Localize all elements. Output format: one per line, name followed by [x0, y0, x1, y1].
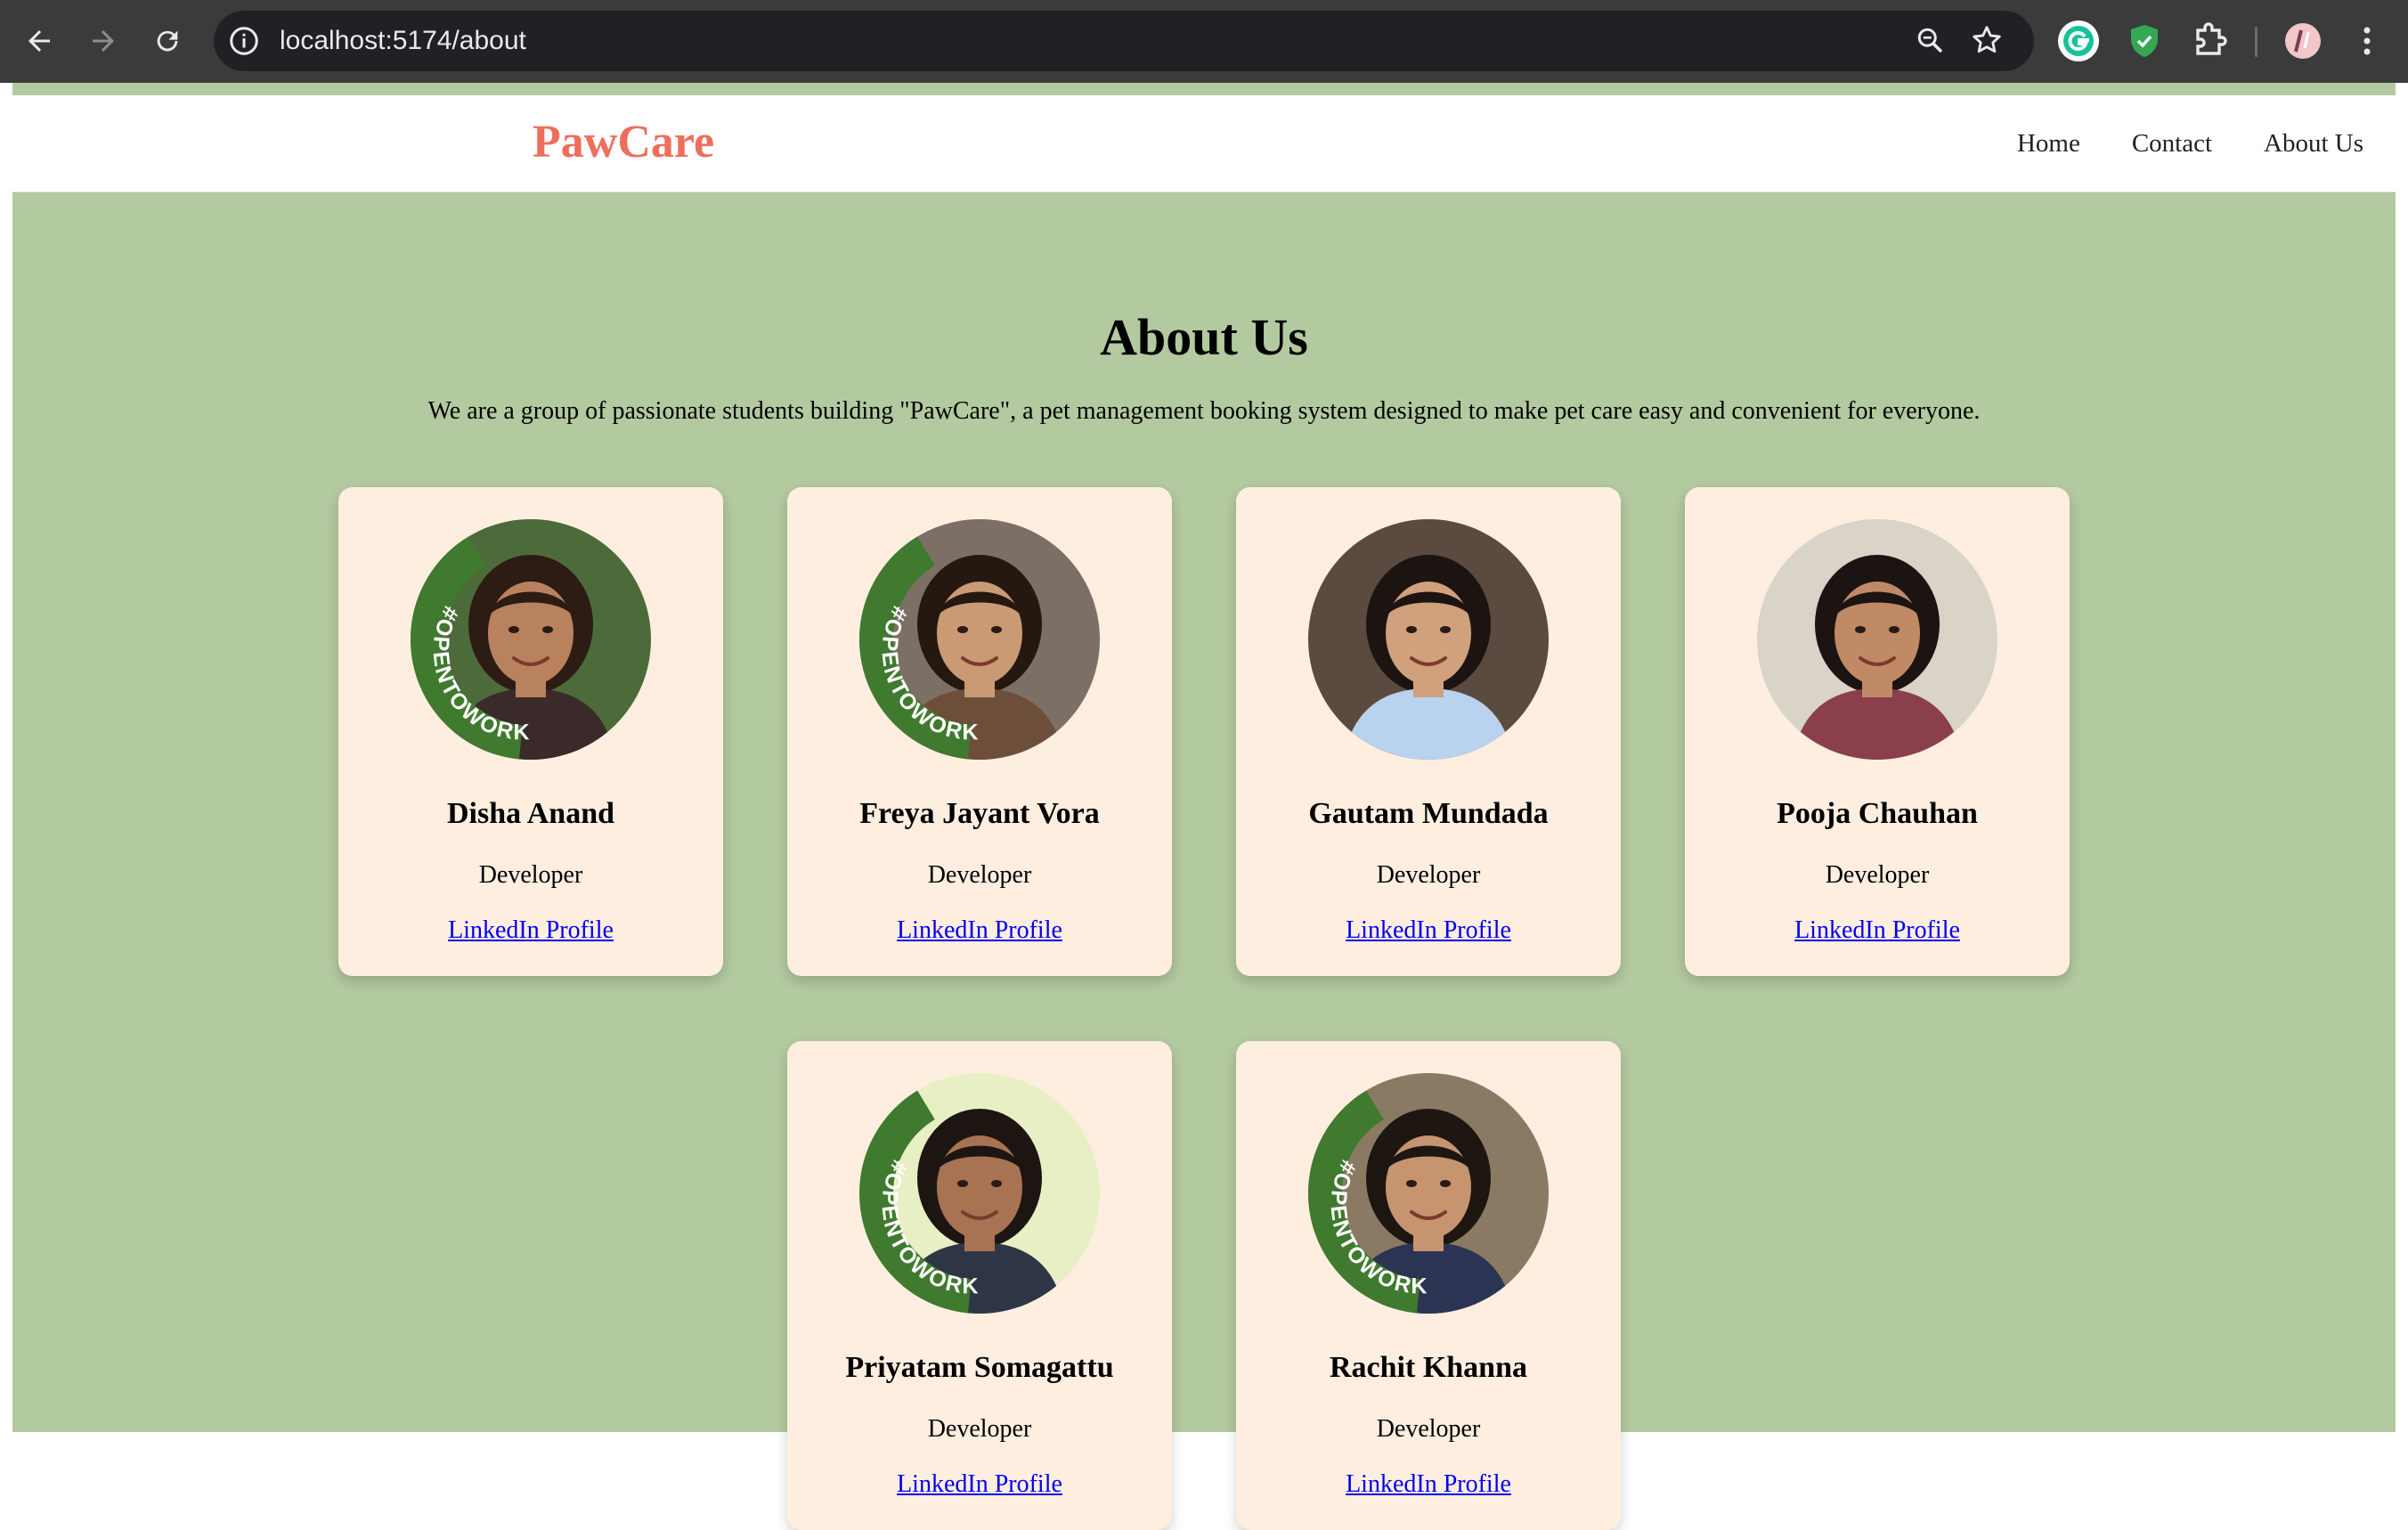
nav-contact-link[interactable]: Contact [2132, 129, 2212, 159]
avatar-portrait: #OPENTOWORK [1308, 1073, 1549, 1314]
member-link-wrap: LinkedIn Profile [1236, 916, 1621, 945]
page-content: PawCare Home Contact About Us About Us W… [12, 83, 2396, 1530]
grammarly-extension-icon[interactable] [2057, 20, 2100, 62]
main-nav: Home Contact About Us [2017, 95, 2363, 192]
member-link-wrap: LinkedIn Profile [1685, 916, 2070, 945]
member-role: Developer [927, 1415, 1032, 1443]
shield-extension-icon[interactable] [2123, 20, 2166, 62]
team-member-card-6: #OPENTOWORK Rachit Khanna Developer Link… [1236, 1041, 1621, 1530]
site-logo[interactable]: PawCare [533, 95, 714, 192]
member-role: Developer [927, 861, 1032, 889]
intro-text: We are a group of passionate students bu… [427, 397, 1981, 425]
profile-avatar-icon[interactable] [2282, 20, 2324, 62]
reload-icon[interactable] [146, 20, 189, 62]
site-info-icon[interactable] [228, 25, 260, 57]
linkedin-profile-link[interactable]: LinkedIn Profile [448, 916, 614, 944]
back-icon[interactable] [18, 20, 61, 62]
member-photo: #OPENTOWORK [859, 1073, 1100, 1314]
linkedin-profile-link[interactable]: LinkedIn Profile [897, 916, 1062, 944]
address-bar[interactable]: localhost:5174/about [214, 11, 2034, 71]
member-photo [1757, 519, 1997, 760]
avatar-portrait: #OPENTOWORK [859, 1073, 1100, 1314]
team-member-card-3: Gautam Mundada Developer LinkedIn Profil… [1236, 487, 1621, 976]
forward-icon[interactable] [82, 20, 125, 62]
member-link-wrap: LinkedIn Profile [787, 916, 1172, 945]
member-name: Pooja Chauhan [1777, 797, 1978, 830]
member-name: Rachit Khanna [1330, 1351, 1527, 1384]
member-name: Disha Anand [446, 797, 615, 830]
team-member-card-5: #OPENTOWORK Priyatam Somagattu Developer… [787, 1041, 1172, 1530]
member-photo [1308, 519, 1549, 760]
browser-toolbar: localhost:5174/about [0, 0, 2408, 83]
member-photo: #OPENTOWORK [859, 519, 1100, 760]
member-role: Developer [1825, 861, 1930, 889]
team-member-card-2: #OPENTOWORK Freya Jayant Vora Developer … [787, 487, 1172, 976]
member-link-wrap: LinkedIn Profile [1236, 1470, 1621, 1499]
more-menu-icon[interactable] [2346, 20, 2388, 62]
linkedin-profile-link[interactable]: LinkedIn Profile [1346, 1470, 1511, 1498]
member-name: Freya Jayant Vora [859, 797, 1100, 830]
avatar-portrait: #OPENTOWORK [411, 519, 651, 760]
nav-about-link[interactable]: About Us [2264, 129, 2363, 159]
url-text[interactable]: localhost:5174/about [280, 11, 526, 71]
team-member-card-1: #OPENTOWORK Disha Anand Developer Linked… [338, 487, 723, 976]
member-role: Developer [1376, 861, 1481, 889]
avatar-portrait: #OPENTOWORK [859, 519, 1100, 760]
site-header: PawCare Home Contact About Us [12, 95, 2396, 192]
team-member-card-4: Pooja Chauhan Developer LinkedIn Profile [1685, 487, 2070, 976]
member-link-wrap: LinkedIn Profile [338, 916, 723, 945]
member-name: Gautam Mundada [1308, 797, 1549, 830]
member-photo: #OPENTOWORK [411, 519, 651, 760]
member-photo: #OPENTOWORK [1308, 1073, 1549, 1314]
toolbar-divider [2255, 27, 2258, 57]
avatar-portrait [1757, 519, 1997, 760]
nav-home-link[interactable]: Home [2017, 129, 2080, 159]
avatar-portrait [1308, 519, 1549, 760]
linkedin-profile-link[interactable]: LinkedIn Profile [1346, 916, 1511, 944]
bookmark-star-icon[interactable] [1970, 23, 2004, 57]
member-link-wrap: LinkedIn Profile [787, 1470, 1172, 1499]
member-role: Developer [478, 861, 583, 889]
linkedin-profile-link[interactable]: LinkedIn Profile [897, 1470, 1062, 1498]
extensions-puzzle-icon[interactable] [2189, 20, 2232, 62]
zoom-icon[interactable] [1915, 25, 1947, 57]
member-role: Developer [1376, 1415, 1481, 1443]
linkedin-profile-link[interactable]: LinkedIn Profile [1794, 916, 1960, 944]
member-name: Priyatam Somagattu [845, 1351, 1114, 1384]
page-title: About Us [1100, 308, 1308, 366]
